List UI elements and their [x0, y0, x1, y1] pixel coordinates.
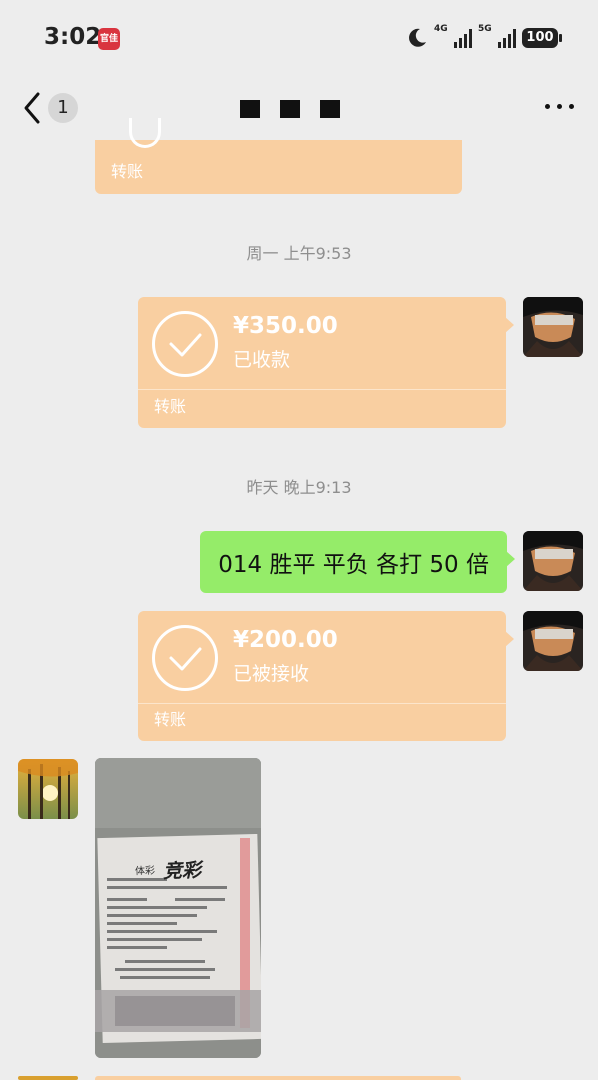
- more-dots-icon[interactable]: [545, 104, 574, 109]
- avatar-partial: [18, 1076, 78, 1080]
- avatar[interactable]: [523, 611, 583, 671]
- chat-title-redacted: [240, 100, 340, 118]
- transfer-bubble-partial[interactable]: 转账: [95, 118, 462, 194]
- transfer-bubble[interactable]: ¥350.00 已收款 转账: [138, 297, 514, 428]
- transfer-kind-label: 转账: [154, 397, 187, 416]
- transfer-bubble[interactable]: ¥200.00 已被接收 转账: [138, 611, 514, 741]
- status-time: 3:02: [44, 24, 102, 50]
- network-type-label: 4G: [434, 24, 448, 34]
- transfer-status: 已收款: [233, 349, 291, 371]
- status-bar: 3:02 官佳 4G 5G 100: [0, 0, 598, 76]
- check-circle-icon: [152, 311, 218, 377]
- image-message[interactable]: 体彩 竞彩: [95, 758, 261, 1058]
- app-notification-icon: 官佳: [98, 28, 120, 50]
- ticket-brand-small: 体彩: [134, 865, 156, 878]
- timestamp: 周一 上午9:53: [246, 244, 352, 263]
- network-type-label: 5G: [478, 24, 492, 34]
- avatar[interactable]: [523, 531, 583, 591]
- chevron-left-icon[interactable]: [20, 90, 50, 126]
- battery-icon: 100: [522, 28, 562, 48]
- message-text: 014 胜平 平负 各打 50 倍: [218, 552, 489, 578]
- status-indicators: 4G 5G 100: [406, 24, 562, 50]
- signal-4g-icon: 4G: [434, 24, 472, 48]
- transfer-kind-label: 转账: [111, 162, 144, 181]
- signal-5g-icon: 5G: [478, 24, 516, 48]
- transfer-amount: ¥350.00: [233, 313, 338, 339]
- timestamp: 昨天 晚上9:13: [246, 478, 352, 497]
- check-circle-icon: [152, 625, 218, 691]
- avatar[interactable]: [18, 759, 78, 819]
- transfer-amount: ¥200.00: [233, 627, 338, 653]
- transfer-status: 已被接收: [233, 663, 310, 685]
- avatar[interactable]: [523, 297, 583, 357]
- unread-count-badge[interactable]: 1: [48, 93, 78, 123]
- check-circle-icon: [129, 118, 161, 148]
- ticket-brand-large: 竞彩: [162, 859, 202, 883]
- transfer-bubble-partial-bottom: [95, 1076, 461, 1080]
- chat-header: 1: [0, 76, 598, 140]
- transfer-kind-label: 转账: [154, 710, 187, 729]
- text-message-bubble[interactable]: 014 胜平 平负 各打 50 倍: [200, 531, 515, 593]
- do-not-disturb-moon-icon: [409, 28, 426, 47]
